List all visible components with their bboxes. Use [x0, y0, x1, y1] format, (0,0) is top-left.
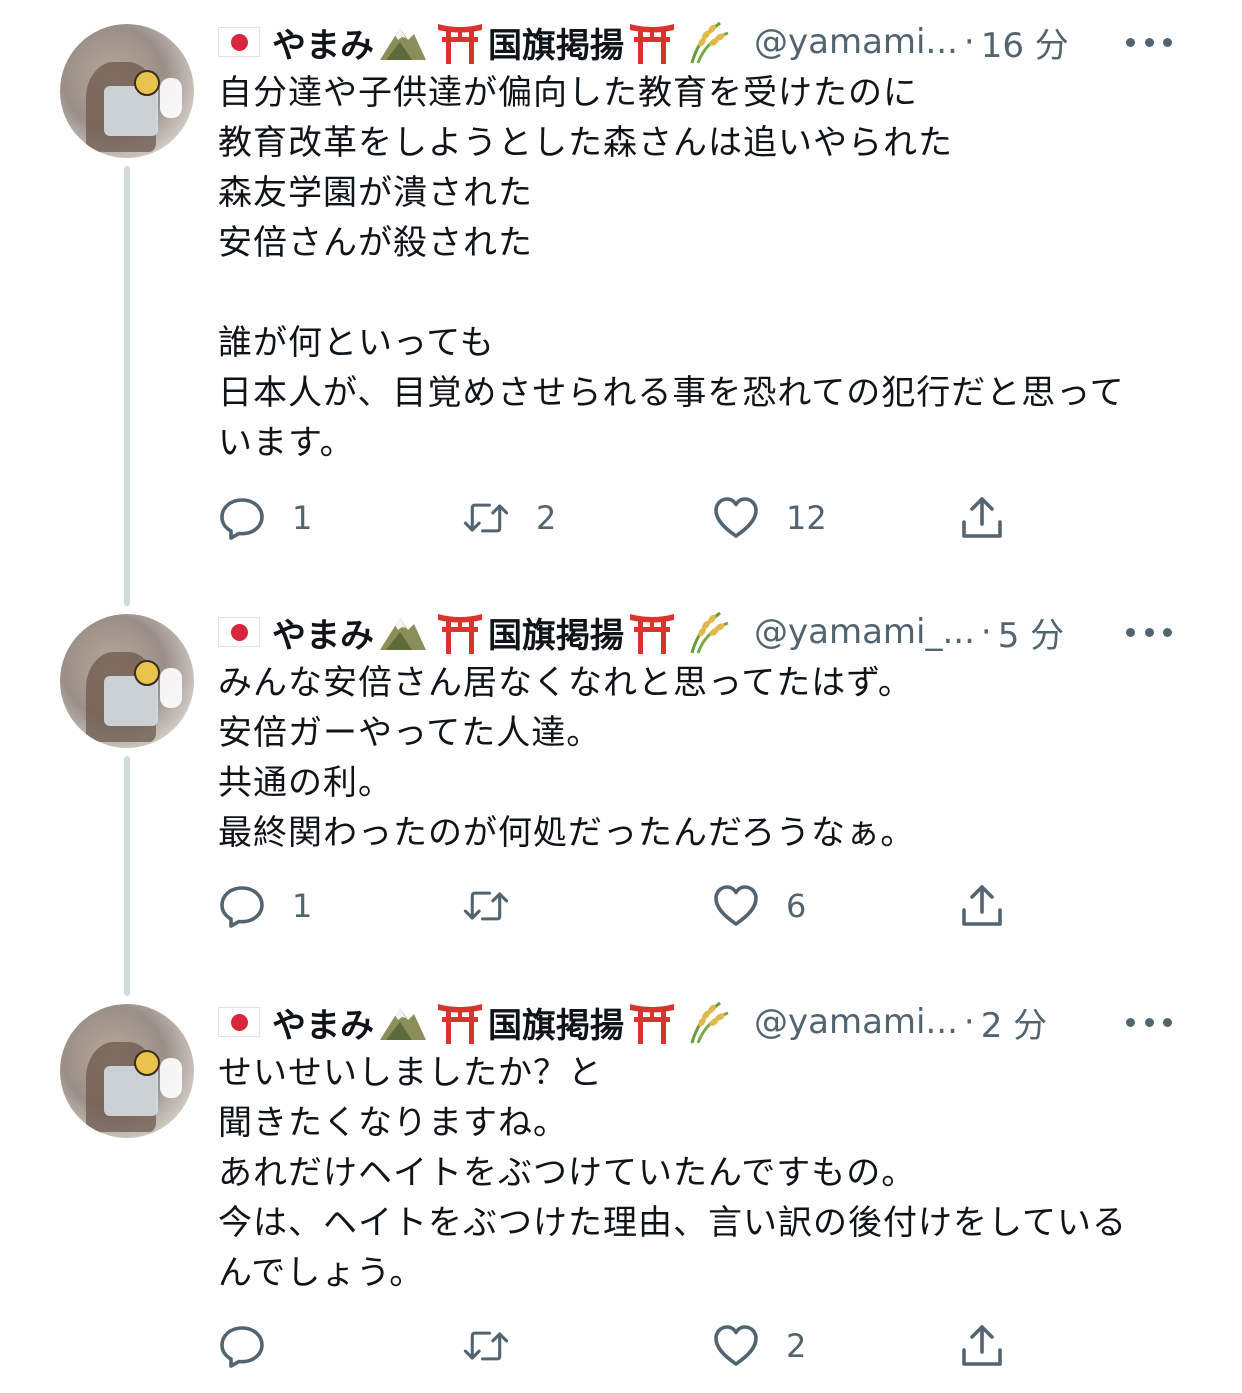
rice-plant-icon	[684, 999, 732, 1045]
avatar[interactable]	[60, 24, 194, 158]
thread-line	[124, 166, 130, 606]
torii-gate-icon	[628, 610, 676, 654]
torii-gate-icon	[628, 20, 676, 64]
tweet-text-content: せいせいしましたか？と 聞きたくなりますね。 あれだけヘイトをぶつけていたんです…	[218, 1053, 1127, 1293]
avatar[interactable]	[60, 1004, 194, 1138]
torii-gate-icon	[628, 1000, 676, 1044]
reply-count: 1	[292, 887, 313, 925]
avatar[interactable]	[60, 614, 194, 748]
heart-icon	[714, 1325, 758, 1366]
torii-gate-icon	[436, 20, 484, 64]
tweet-text-content: みんな安倍さん居なくなれと思ってたはず。 安倍ガーやってた人達。 共通の利。 最…	[218, 663, 916, 853]
heart-icon	[714, 885, 758, 926]
share-icon	[962, 1325, 1002, 1366]
rice-plant-icon	[684, 19, 732, 65]
japan-flag-icon	[218, 27, 260, 57]
retweet-count: 2	[536, 499, 557, 537]
like-count: 12	[786, 499, 827, 537]
share-button[interactable]	[958, 488, 1006, 548]
tweet-text: 自分達や子供達が偏向した教育を受けたのに 教育改革をしようとした森さんは追いやら…	[218, 68, 1178, 468]
rice-plant-icon	[684, 609, 732, 655]
action-bar: 1 6	[218, 876, 1018, 936]
tweet-text-content: 自分達や子供達が偏向した教育を受けたのに 教育改革をしようとした森さんは追いやら…	[218, 73, 1125, 463]
display-name[interactable]: やまみ	[272, 608, 374, 657]
tweet-text: みんな安倍さん居なくなれと思ってたはず。 安倍ガーやってた人達。 共通の利。 最…	[218, 658, 1178, 858]
mountain-icon	[378, 612, 428, 652]
separator-dot: ·	[980, 612, 992, 652]
share-button[interactable]	[958, 876, 1006, 936]
heart-icon	[714, 497, 758, 538]
like-button[interactable]: 12	[712, 488, 827, 548]
mountain-icon	[378, 22, 428, 62]
retweet-icon	[463, 891, 509, 921]
more-options-icon[interactable]	[1126, 32, 1172, 52]
share-icon	[962, 885, 1002, 926]
retweet-button[interactable]	[462, 876, 536, 936]
share-button[interactable]	[958, 1316, 1006, 1376]
separator-dot: ·	[963, 1002, 975, 1042]
timestamp[interactable]: 16 分	[981, 18, 1069, 67]
timestamp[interactable]: 2 分	[981, 998, 1047, 1047]
reply-button[interactable]: 1	[218, 876, 312, 936]
like-button[interactable]: 6	[712, 876, 806, 936]
tweet-header: やまみ 国旗掲揚 @yamami_... · 5 分	[218, 604, 1064, 660]
japan-flag-icon	[218, 1007, 260, 1037]
more-options-icon[interactable]	[1126, 622, 1172, 642]
japan-flag-icon	[218, 617, 260, 647]
tweet-header: やまみ 国旗掲揚 @yamami... · 2 分	[218, 994, 1047, 1050]
torii-gate-icon	[436, 1000, 484, 1044]
reply-button[interactable]	[218, 1316, 292, 1376]
timestamp[interactable]: 5 分	[998, 608, 1064, 657]
like-count: 6	[786, 887, 807, 925]
reply-icon	[220, 498, 264, 540]
display-name-suffix[interactable]: 国旗掲揚	[488, 18, 624, 67]
more-options-icon[interactable]	[1126, 1012, 1172, 1032]
tweet-text: せいせいしましたか？と 聞きたくなりますね。 あれだけヘイトをぶつけていたんです…	[218, 1048, 1178, 1298]
display-name-suffix[interactable]: 国旗掲揚	[488, 998, 624, 1047]
tweet-header: やまみ 国旗掲揚 @yamami... · 16 分	[218, 14, 1069, 70]
share-icon	[962, 497, 1002, 538]
display-name[interactable]: やまみ	[272, 18, 374, 67]
user-handle[interactable]: @yamami_...	[754, 612, 975, 652]
retweet-icon	[463, 1331, 509, 1361]
torii-gate-icon	[436, 610, 484, 654]
thread-line	[124, 756, 130, 996]
like-button[interactable]: 2	[712, 1316, 806, 1376]
reply-count: 1	[292, 499, 313, 537]
reply-icon	[220, 1326, 264, 1368]
reply-icon	[220, 886, 264, 928]
separator-dot: ·	[963, 22, 975, 62]
action-bar: 2	[218, 1316, 1018, 1376]
retweet-icon	[463, 503, 509, 533]
like-count: 2	[786, 1327, 807, 1365]
display-name[interactable]: やまみ	[272, 998, 374, 1047]
action-bar: 1 2 12	[218, 488, 1018, 548]
mountain-icon	[378, 1002, 428, 1042]
display-name-suffix[interactable]: 国旗掲揚	[488, 608, 624, 657]
user-handle[interactable]: @yamami...	[754, 22, 958, 62]
reply-button[interactable]: 1	[218, 488, 312, 548]
retweet-button[interactable]	[462, 1316, 536, 1376]
user-handle[interactable]: @yamami...	[754, 1002, 958, 1042]
retweet-button[interactable]: 2	[462, 488, 556, 548]
